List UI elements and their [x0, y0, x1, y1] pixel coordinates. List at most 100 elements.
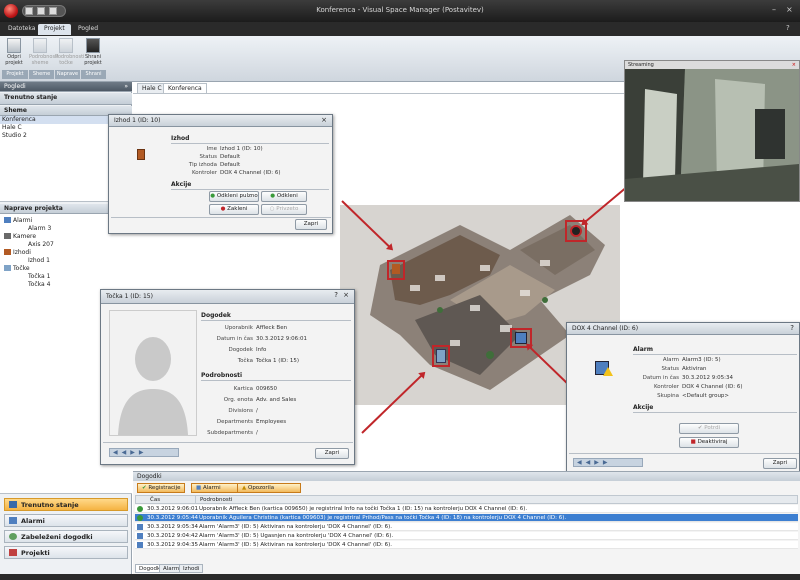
filter-warnings[interactable]: ▲ Opozorila: [237, 483, 301, 493]
open-project-button[interactable]: Odpri projekt: [3, 38, 25, 66]
field-value: Affleck Ben: [256, 325, 288, 331]
row-details: Uporabnik Affleck Ben (kartica 009650) j…: [199, 506, 528, 512]
help-icon[interactable]: ?: [790, 324, 794, 332]
field-label: Točka: [237, 358, 253, 364]
button-label: Odkleni: [276, 193, 298, 199]
nav-label: Zabeleženi dogodki: [21, 532, 93, 541]
nav-logged-events[interactable]: Zabeleženi dogodki: [4, 530, 128, 543]
folder-icon: [7, 38, 21, 53]
unlock-button[interactable]: ● Odkleni: [261, 191, 307, 202]
tree-izhodi[interactable]: Izhodi: [0, 248, 132, 256]
tab-projekt[interactable]: Projekt: [38, 24, 71, 35]
nav-label: Trenutno stanje: [21, 500, 79, 509]
help-icon[interactable]: ?: [334, 291, 338, 299]
close-window-button[interactable]: ×: [786, 5, 793, 14]
filter-registrations[interactable]: ✔ Registracije: [137, 483, 186, 493]
default-icon: ○: [269, 206, 275, 212]
alarm-icon: [4, 217, 11, 223]
tree-label: Točka 1: [28, 272, 51, 280]
tab-pogled[interactable]: Pogled: [72, 24, 104, 35]
camera-window[interactable]: Streaming ×: [624, 60, 800, 202]
pin-icon[interactable]: »: [124, 83, 128, 90]
lock-button[interactable]: ● Zakleni: [209, 204, 259, 215]
field-value: Default: [220, 154, 241, 160]
col-time[interactable]: Čas: [136, 496, 196, 503]
views-title: Pogledi: [4, 83, 26, 90]
door-icon: [4, 249, 11, 255]
field-value: Alarm3 (ID: 5): [682, 357, 721, 363]
close-icon[interactable]: ×: [343, 291, 349, 299]
close-dialog-button[interactable]: Zapri: [763, 458, 797, 469]
tree-tocka-1[interactable]: Točka 1: [0, 272, 132, 280]
minimize-button[interactable]: –: [772, 5, 776, 14]
unlock-icon: ●: [270, 193, 276, 199]
camera-window-titlebar: Streaming ×: [625, 61, 799, 69]
alarm-fields: Alarm Alarm3 (ID: 5) Status Aktiviran Datu…: [633, 356, 797, 401]
alarm-dialog[interactable]: DOX 4 Channel (ID: 6)? Alarm Alarm Alarm3…: [566, 322, 800, 472]
bottom-tab-outputs[interactable]: Izhodi: [179, 564, 204, 573]
nav-alarms[interactable]: Alarmi: [4, 514, 128, 527]
status-bar: [0, 574, 800, 580]
close-icon[interactable]: ×: [321, 116, 327, 124]
warning-icon: ▲: [242, 485, 247, 491]
camera-close-button[interactable]: ×: [792, 61, 796, 69]
field-label: Divisions: [228, 408, 253, 414]
nav-arrows-icon[interactable]: ◀◀▶▶: [110, 449, 147, 456]
check-icon: ✔: [697, 425, 703, 431]
field-value: 30.3.2012 9:06:01: [256, 336, 307, 342]
point-icon: [59, 38, 73, 53]
point-dialog[interactable]: Točka 1 (ID: 15)? × Dogodek Uporabnik Affl…: [100, 289, 355, 465]
current-state-header[interactable]: Trenutno stanje: [0, 93, 132, 105]
field-row: Status Aktiviran: [633, 365, 797, 374]
row-details: Alarm 'Alarm3' (ID: 5) Aktiviran na kont…: [199, 542, 393, 548]
confirm-button[interactable]: ✔ Potrdi: [679, 423, 739, 434]
nav-projects[interactable]: Projekti: [4, 546, 128, 559]
unlock-pulse-button[interactable]: ● Odkleni pulzno: [209, 191, 259, 202]
tab-datoteka[interactable]: Datoteka: [2, 24, 41, 35]
field-row: Dogodek Info: [201, 345, 351, 356]
doc-tab-konferenca[interactable]: Konferenca: [163, 83, 207, 93]
table-row[interactable]: 30.3.2012 9:06:01 Uporabnik Affleck Ben (…: [135, 505, 798, 513]
alarm-icon: [137, 533, 143, 539]
field-value: 30.3.2012 9:05:34: [682, 375, 733, 381]
scheme-details-button[interactable]: Podrobnosti sheme: [29, 38, 58, 66]
field-label: Tip izhoda: [188, 162, 217, 168]
point-details-button[interactable]: Podrobnosti točke: [55, 38, 84, 66]
deactivate-button[interactable]: ■ Deaktiviraj: [679, 437, 739, 448]
table-row[interactable]: 30.3.2012 9:04:35 Alarm 'Alarm3' (ID: 5) …: [135, 541, 798, 549]
field-row: Subdepartments /: [201, 428, 351, 439]
table-row[interactable]: 30.3.2012 9:04:42 Alarm 'Alarm3' (ID: 5) …: [135, 532, 798, 540]
close-dialog-button[interactable]: Zapri: [315, 448, 349, 459]
save-project-button[interactable]: Shrani projekt: [81, 38, 105, 66]
nav-current-state[interactable]: Trenutno stanje: [4, 498, 128, 511]
output-dialog[interactable]: Izhod 1 (ID: 10) × Izhod Ime Izhod 1 (ID: …: [108, 114, 333, 234]
events-panel: Dogodki ✔ Registracije ■ Alarmi ▲ Opozor…: [133, 471, 800, 574]
default-button[interactable]: ○ Privzeto: [261, 204, 307, 215]
col-details[interactable]: Podrobnosti: [196, 496, 232, 503]
table-row[interactable]: 30.3.2012 9:05:34 Alarm 'Alarm3' (ID: 5) …: [135, 523, 798, 531]
user-photo: [109, 310, 197, 436]
title-bar: Konferenca - Visual Space Manager (Posta…: [0, 0, 800, 22]
field-row: Kartica 009650: [201, 384, 351, 395]
navigation-bar[interactable]: ◀◀▶▶: [573, 458, 643, 467]
table-row[interactable]: 30.3.2012 9:05:44 Uporabnik Aguilera Chri…: [135, 514, 798, 522]
field-label: Kartica: [233, 386, 253, 392]
nav-arrows-icon[interactable]: ◀◀▶▶: [574, 459, 611, 466]
navigation-bar[interactable]: ◀◀▶▶: [109, 448, 179, 457]
tree-izhod-1[interactable]: Izhod 1: [0, 256, 132, 264]
field-row: Kontroler DOX 4 Channel (ID: 6): [171, 169, 329, 177]
alarm-icon: ■: [196, 485, 202, 491]
point-dialog-titlebar: Točka 1 (ID: 15)? ×: [101, 290, 354, 304]
field-label: Dogodek: [228, 347, 253, 353]
tree-tocke[interactable]: Točke: [0, 264, 132, 272]
close-dialog-button[interactable]: Zapri: [295, 219, 327, 230]
field-row: Divisions /: [201, 406, 351, 417]
tools-icon: [9, 549, 17, 556]
lock-icon: ●: [220, 206, 226, 212]
help-icon[interactable]: ?: [786, 24, 790, 32]
reader-icon: [436, 349, 446, 363]
nav-label: Alarmi: [21, 516, 45, 525]
tree-tocka-4[interactable]: Točka 4: [0, 280, 132, 288]
tree-axis-207[interactable]: Axis 207: [0, 240, 132, 248]
row-time: 30.3.2012 9:04:42: [147, 533, 198, 539]
